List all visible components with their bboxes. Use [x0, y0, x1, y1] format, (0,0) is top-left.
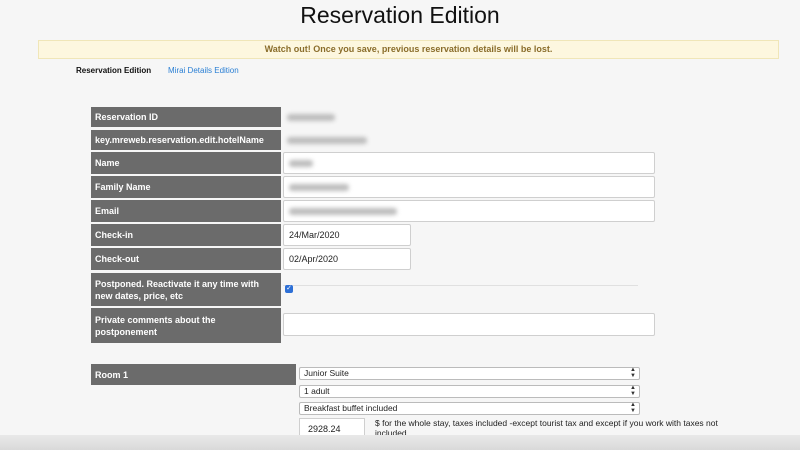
family-name-label: Family Name — [91, 176, 281, 198]
checkout-input[interactable]: 02/Apr/2020 — [283, 248, 411, 270]
postponed-label: Postponed. Reactivate it any time with n… — [91, 273, 281, 306]
comments-label: Private comments about the postponement — [91, 308, 281, 343]
email-label: Email — [91, 200, 281, 222]
postponed-checkbox[interactable]: ✓ — [285, 285, 293, 293]
tab-mirai-details-edition[interactable]: Mirai Details Edition — [168, 66, 239, 76]
board-value: Breakfast buffet included — [304, 403, 398, 413]
page-title: Reservation Edition — [300, 2, 500, 28]
bottom-bar — [0, 435, 800, 450]
reservation-id-value-redacted — [287, 114, 335, 121]
email-value-redacted — [289, 207, 397, 215]
reservation-id-label: Reservation ID — [91, 107, 281, 127]
room-type-select[interactable]: Junior Suite ▲ ▼ — [299, 367, 640, 380]
select-arrows-icon: ▲ ▼ — [630, 402, 636, 414]
divider — [283, 285, 638, 286]
board-select[interactable]: Breakfast buffet included ▲ ▼ — [299, 402, 640, 415]
checkin-label: Check-in — [91, 224, 281, 246]
family-name-input[interactable] — [283, 176, 655, 198]
name-value-redacted — [289, 159, 313, 167]
occupancy-value: 1 adult — [304, 386, 330, 396]
room-label: Room 1 — [91, 364, 296, 385]
select-arrows-icon: ▲ ▼ — [630, 385, 636, 397]
hotel-name-value-redacted — [287, 137, 367, 144]
family-name-value-redacted — [289, 183, 349, 191]
name-label: Name — [91, 152, 281, 174]
email-input[interactable] — [283, 200, 655, 222]
room-type-value: Junior Suite — [304, 368, 349, 378]
checkout-label: Check-out — [91, 248, 281, 270]
checkin-input[interactable]: 24/Mar/2020 — [283, 224, 411, 246]
tab-reservation-edition[interactable]: Reservation Edition — [76, 66, 151, 76]
occupancy-select[interactable]: 1 adult ▲ ▼ — [299, 385, 640, 398]
select-arrows-icon: ▲ ▼ — [630, 367, 636, 379]
hotel-name-label: key.mreweb.reservation.edit.hotelName — [91, 130, 281, 150]
name-input[interactable] — [283, 152, 655, 174]
comments-input[interactable] — [283, 313, 655, 336]
warning-alert: Watch out! Once you save, previous reser… — [38, 40, 779, 59]
